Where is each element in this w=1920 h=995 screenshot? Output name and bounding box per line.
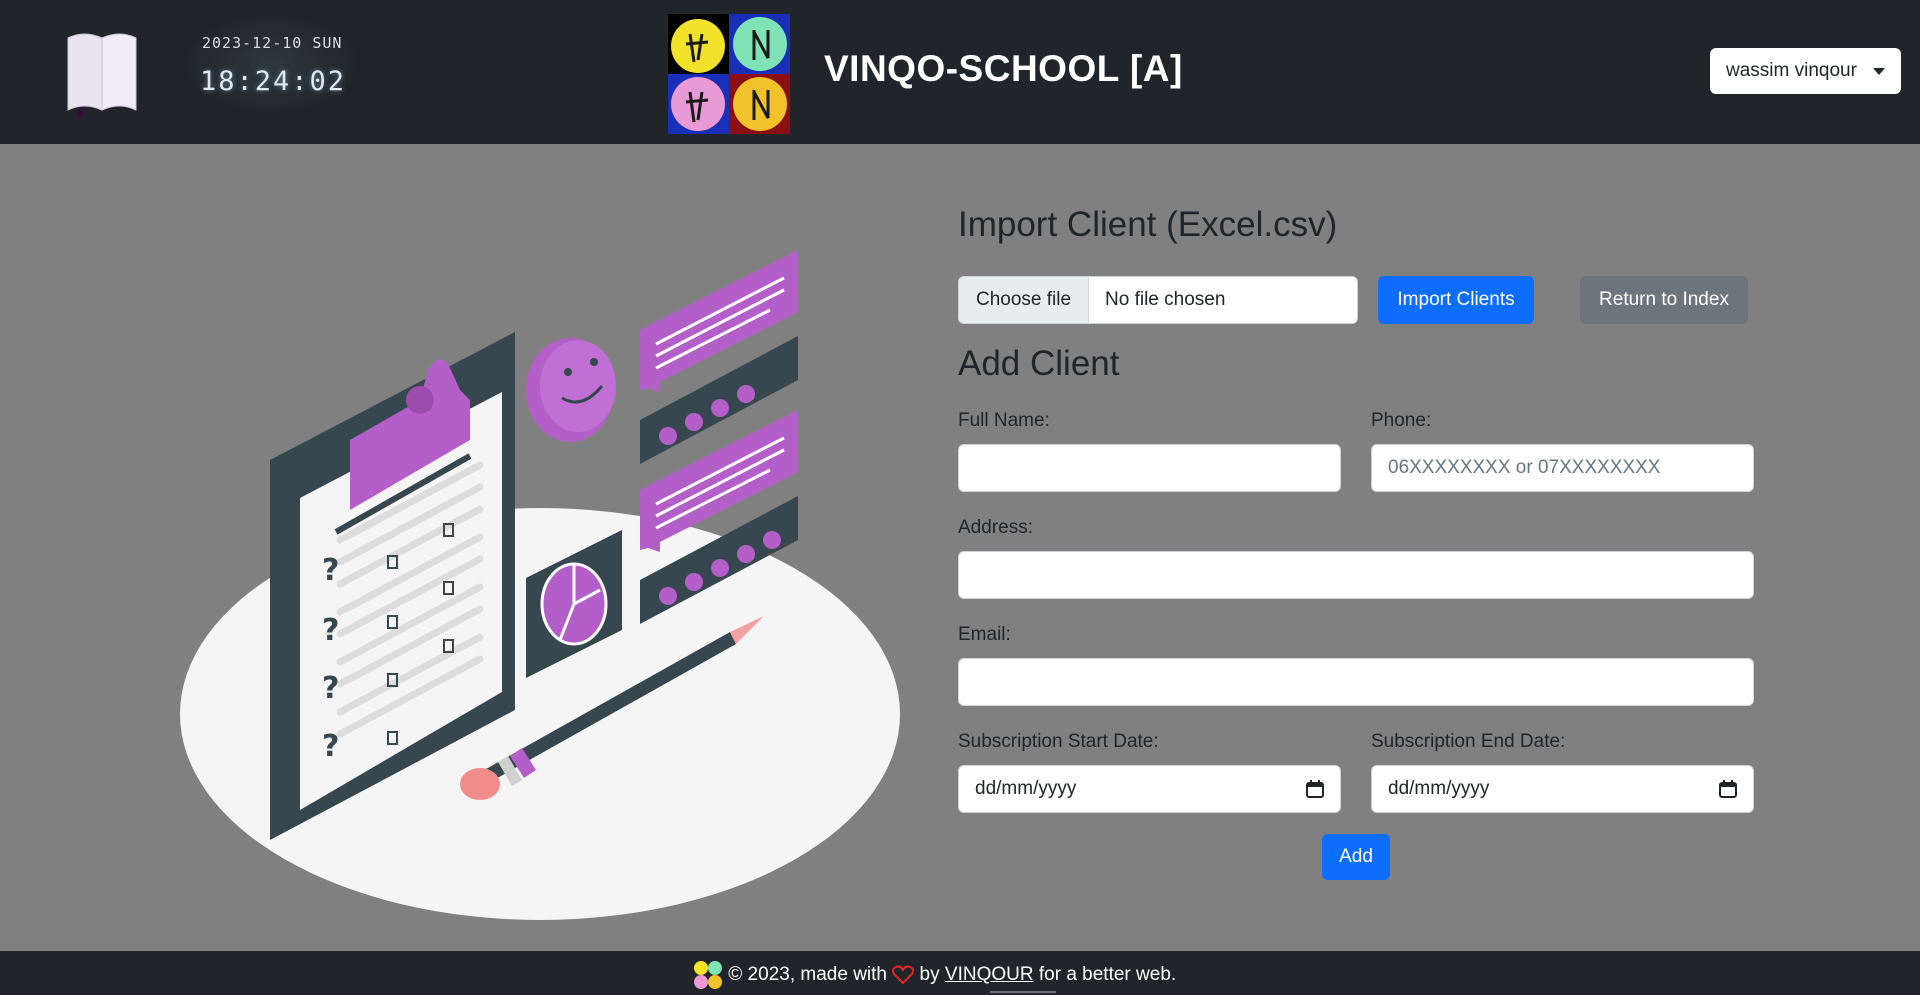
clipboard-survey-illustration: ? ? ? ?	[180, 250, 900, 920]
choose-file-button[interactable]: Choose file	[959, 277, 1089, 323]
calendar-icon[interactable]	[1719, 780, 1737, 798]
school-logo-small	[694, 961, 722, 989]
svg-text:?: ?	[322, 613, 339, 648]
end-date-label: Subscription End Date:	[1371, 731, 1566, 752]
school-logo	[668, 14, 790, 134]
clock-time: 18:24:02	[200, 66, 347, 97]
footer-text: © 2023, made with by VINQOUR for a bette…	[693, 960, 1177, 989]
app-title: VINQO-SCHOOL [A]	[824, 48, 1183, 89]
heart-icon	[892, 965, 915, 985]
footer-prefix: © 2023, made with	[728, 964, 887, 985]
digital-clock: 2023-12-10 SUN 18:24:02	[188, 18, 354, 110]
full-name-input[interactable]	[958, 444, 1341, 492]
start-date-label: Subscription Start Date:	[958, 731, 1159, 752]
author-link[interactable]: VINQOUR	[945, 964, 1034, 985]
file-status-text: No file chosen	[1105, 289, 1226, 310]
add-client-title: Add Client	[958, 344, 1120, 383]
import-clients-button[interactable]: Import Clients	[1378, 276, 1534, 324]
add-client-button[interactable]: Add	[1322, 834, 1390, 880]
end-date-input[interactable]: dd/mm/yyyy	[1371, 765, 1754, 813]
footer-suffix: for a better web.	[1038, 964, 1177, 985]
end-date-placeholder: dd/mm/yyyy	[1388, 778, 1490, 799]
import-section-title: Import Client (Excel.csv)	[958, 205, 1338, 244]
return-to-index-button[interactable]: Return to Index	[1580, 276, 1748, 324]
svg-text:?: ?	[322, 553, 339, 588]
footer-divider	[990, 991, 1056, 993]
phone-label: Phone:	[1371, 410, 1432, 431]
user-name: wassim vinqour	[1726, 60, 1857, 81]
start-date-placeholder: dd/mm/yyyy	[975, 778, 1077, 799]
svg-text:?: ?	[322, 729, 339, 764]
email-input[interactable]	[958, 658, 1754, 706]
calendar-icon[interactable]	[1306, 780, 1324, 798]
top-navbar: 2023-12-10 SUN 18:24:02 VINQO-SCHOOL [A]…	[0, 0, 1920, 144]
caret-down-icon	[1873, 68, 1885, 75]
email-label: Email:	[958, 624, 1011, 645]
svg-text:?: ?	[322, 671, 339, 706]
phone-input[interactable]: 06XXXXXXXX or 07XXXXXXXX	[1371, 444, 1754, 492]
address-label: Address:	[958, 517, 1033, 538]
book-icon[interactable]	[64, 30, 140, 120]
address-input[interactable]	[958, 551, 1754, 599]
full-name-label: Full Name:	[958, 410, 1050, 431]
file-upload-input[interactable]: Choose file No file chosen	[958, 276, 1358, 324]
clock-date: 2023-12-10 SUN	[202, 34, 343, 52]
user-menu-dropdown[interactable]: wassim vinqour	[1710, 48, 1901, 94]
start-date-input[interactable]: dd/mm/yyyy	[958, 765, 1341, 813]
footer-by: by	[919, 964, 940, 985]
footer: © 2023, made with by VINQOUR for a bette…	[0, 951, 1920, 995]
